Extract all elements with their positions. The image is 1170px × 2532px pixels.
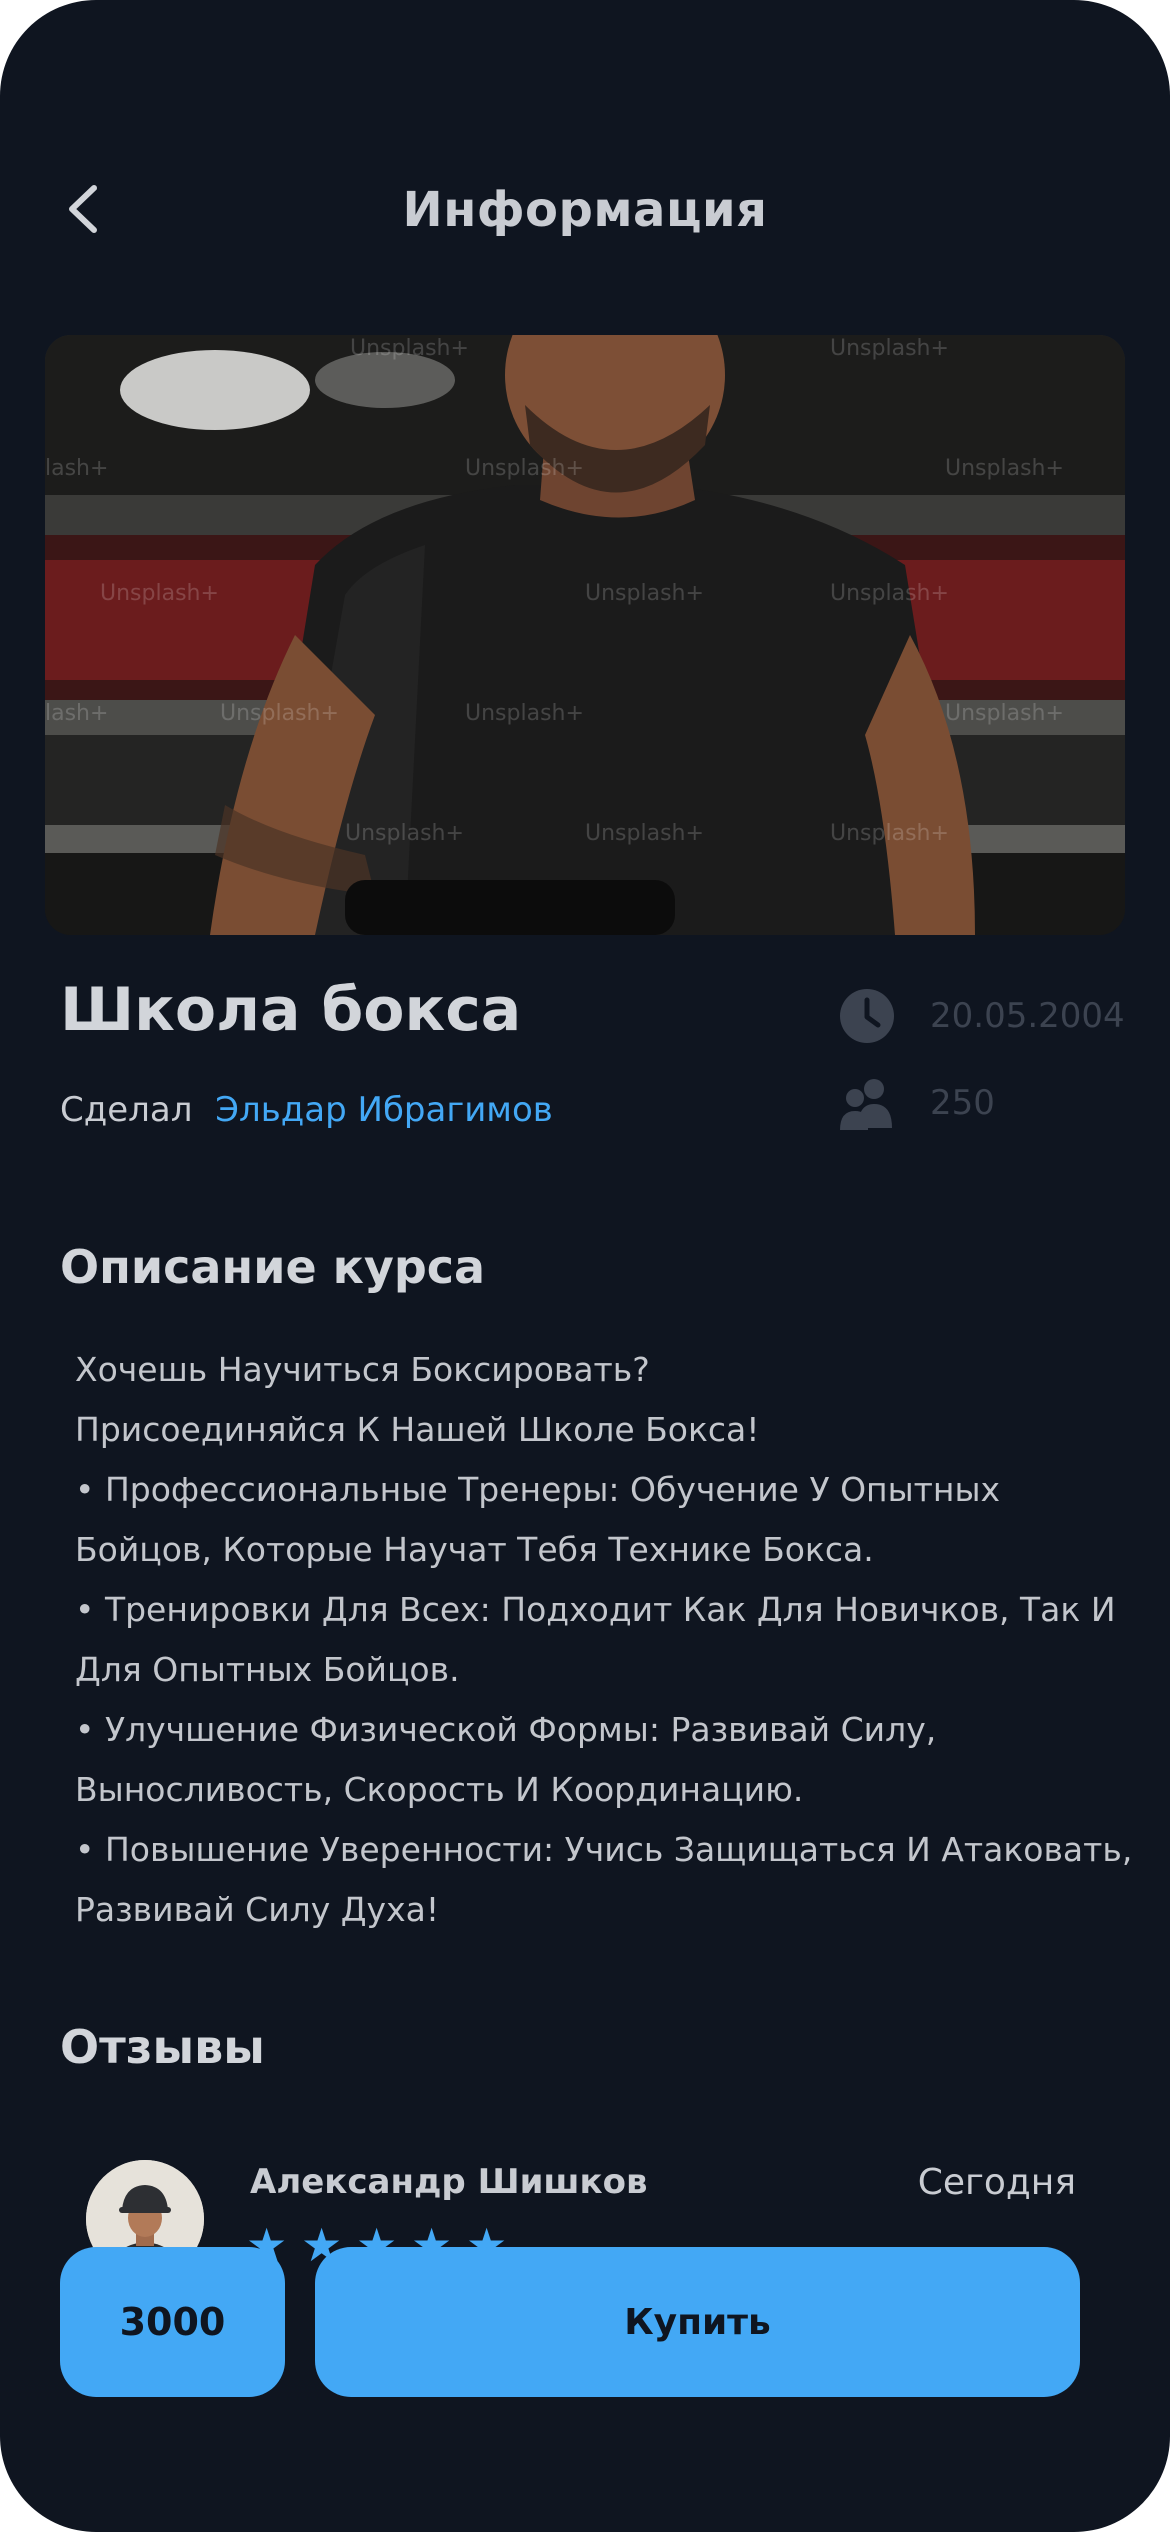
description-title: Описание курса [60,1240,486,1294]
svg-text:Unsplash+: Unsplash+ [585,821,704,846]
description-line: Для Опытных Бойцов. [75,1650,460,1689]
description-line: Бойцов, Которые Научат Тебя Технике Бокс… [75,1530,874,1569]
svg-text:lash+: lash+ [45,456,108,481]
description-line: Хочешь Научиться Боксировать? [75,1350,650,1389]
course-participants: 250 [838,1075,995,1131]
description-line: • Тренировки Для Всех: Подходит Как Для … [75,1590,1116,1629]
course-title: Школа бокса [60,975,522,1045]
description-line: • Улучшение Физической Формы: Развивай С… [75,1710,937,1749]
svg-text:Unsplash+: Unsplash+ [830,336,949,361]
buy-button[interactable]: Купить [315,2247,1080,2397]
svg-text:lash+: lash+ [45,701,108,726]
screen: Информация Unsplash+ Unsplash+ lash+ Uns… [0,0,1170,2532]
description-line: • Повышение Уверенности: Учись Защищатьс… [75,1830,1133,1869]
author-line: Сделал Эльдар Ибрагимов [60,1090,553,1130]
svg-text:Unsplash+: Unsplash+ [830,581,949,606]
reviewer-name: Александр Шишков [250,2162,648,2202]
participants-value: 250 [930,1083,995,1123]
description-line: Выносливость, Скорость И Координацию. [75,1770,804,1809]
description-line: Развивай Силу Духа! [75,1890,440,1929]
review-date: Сегодня [917,2162,1076,2203]
svg-text:Unsplash+: Unsplash+ [100,581,219,606]
course-date: 20.05.2004 [838,988,1125,1044]
clock-icon [840,989,894,1043]
course-date-value: 20.05.2004 [930,996,1125,1036]
svg-text:Unsplash+: Unsplash+ [465,456,584,481]
description-line: Присоединяйся К Нашей Школе Бокса! [75,1410,760,1449]
svg-text:Unsplash+: Unsplash+ [945,701,1064,726]
author-link[interactable]: Эльдар Ибрагимов [215,1090,553,1130]
svg-text:Unsplash+: Unsplash+ [830,821,949,846]
reviews-title: Отзывы [60,2020,265,2074]
svg-text:Unsplash+: Unsplash+ [220,701,339,726]
course-cover-image: Unsplash+ Unsplash+ lash+ Unsplash+ Unsplas… [45,335,1125,935]
svg-text:Unsplash+: Unsplash+ [585,581,704,606]
svg-text:Unsplash+: Unsplash+ [465,701,584,726]
price-button[interactable]: 3000 [60,2247,285,2397]
users-icon [840,1079,892,1130]
svg-text:Unsplash+: Unsplash+ [350,336,469,361]
author-prefix: Сделал [60,1090,193,1130]
svg-text:Unsplash+: Unsplash+ [345,821,464,846]
page-title: Информация [402,182,768,238]
description-line: • Профессиональные Тренеры: Обучение У О… [75,1470,1001,1509]
description-text: Хочешь Научиться Боксировать? Присоединя… [75,1340,1133,1940]
svg-text:Unsplash+: Unsplash+ [945,456,1064,481]
